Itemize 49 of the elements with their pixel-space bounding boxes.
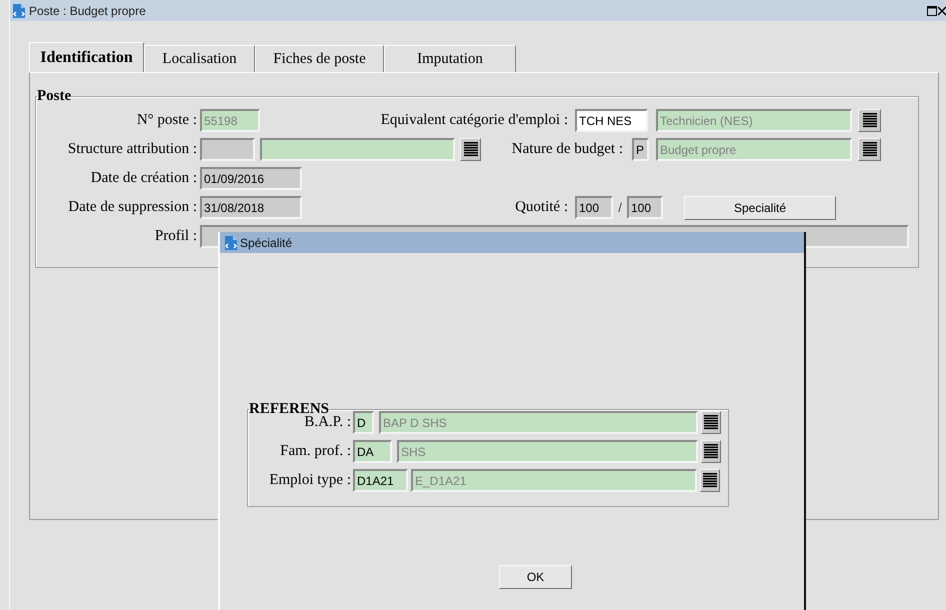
tab[interactable]: Fiches de poste — [255, 45, 384, 72]
window-title: Poste : Budget propre — [29, 4, 146, 18]
tab[interactable]: Localisation — [144, 45, 255, 72]
group-title: REFERENS — [249, 403, 330, 416]
text-field[interactable] — [260, 138, 455, 161]
dialog-title: Spécialité — [240, 236, 292, 250]
text-field[interactable]: 100 — [575, 196, 613, 219]
group-title: Poste — [37, 90, 72, 103]
field-label: N° poste : — [136, 112, 197, 129]
list-button[interactable] — [701, 440, 721, 463]
list-icon — [862, 113, 876, 128]
field-label: Date de suppression : — [67, 199, 197, 216]
field-label: Quotité : — [514, 199, 568, 216]
list-button[interactable] — [858, 109, 881, 132]
field-label: B.A.P. : — [303, 414, 351, 431]
document-icon — [224, 234, 238, 250]
list-icon — [704, 415, 718, 430]
list-icon — [862, 142, 876, 157]
tab[interactable]: Identification — [29, 42, 144, 72]
list-button[interactable] — [460, 138, 481, 161]
text-field[interactable]: 01/09/2016 — [200, 167, 302, 190]
list-button[interactable] — [701, 411, 721, 434]
list-button[interactable] — [858, 138, 881, 161]
maximize-icon[interactable] — [927, 6, 937, 16]
text-field[interactable]: D1A21 — [353, 469, 408, 492]
text-field[interactable]: 100 — [627, 196, 663, 219]
field-label: Nature de budget : — [510, 141, 623, 158]
list-icon — [464, 142, 478, 157]
specialite-button[interactable]: Specialité — [684, 196, 836, 220]
document-icon — [12, 2, 26, 18]
separator-text: / — [617, 200, 623, 215]
close-icon[interactable] — [938, 6, 946, 16]
text-field[interactable]: D — [353, 411, 374, 434]
field-label: Structure attribution : — [66, 141, 197, 158]
text-field[interactable]: DA — [353, 440, 392, 463]
text-field[interactable]: P — [632, 138, 649, 161]
ok-button[interactable]: OK — [499, 565, 572, 589]
list-button[interactable] — [700, 469, 720, 492]
text-field[interactable]: 31/08/2018 — [200, 196, 302, 219]
tab[interactable]: Imputation — [384, 45, 516, 72]
field-label: Date de création : — [90, 170, 197, 187]
field-label: Emploi type : — [268, 472, 351, 489]
field-label: Fam. prof. : — [279, 443, 351, 460]
input-field[interactable]: TCH NES — [575, 109, 648, 132]
field-label: Profil : — [154, 228, 197, 245]
list-icon — [704, 444, 718, 459]
text-field[interactable] — [200, 138, 255, 161]
field-label: Equivalent catégorie d'emploi : — [380, 112, 568, 129]
list-icon — [703, 473, 717, 488]
